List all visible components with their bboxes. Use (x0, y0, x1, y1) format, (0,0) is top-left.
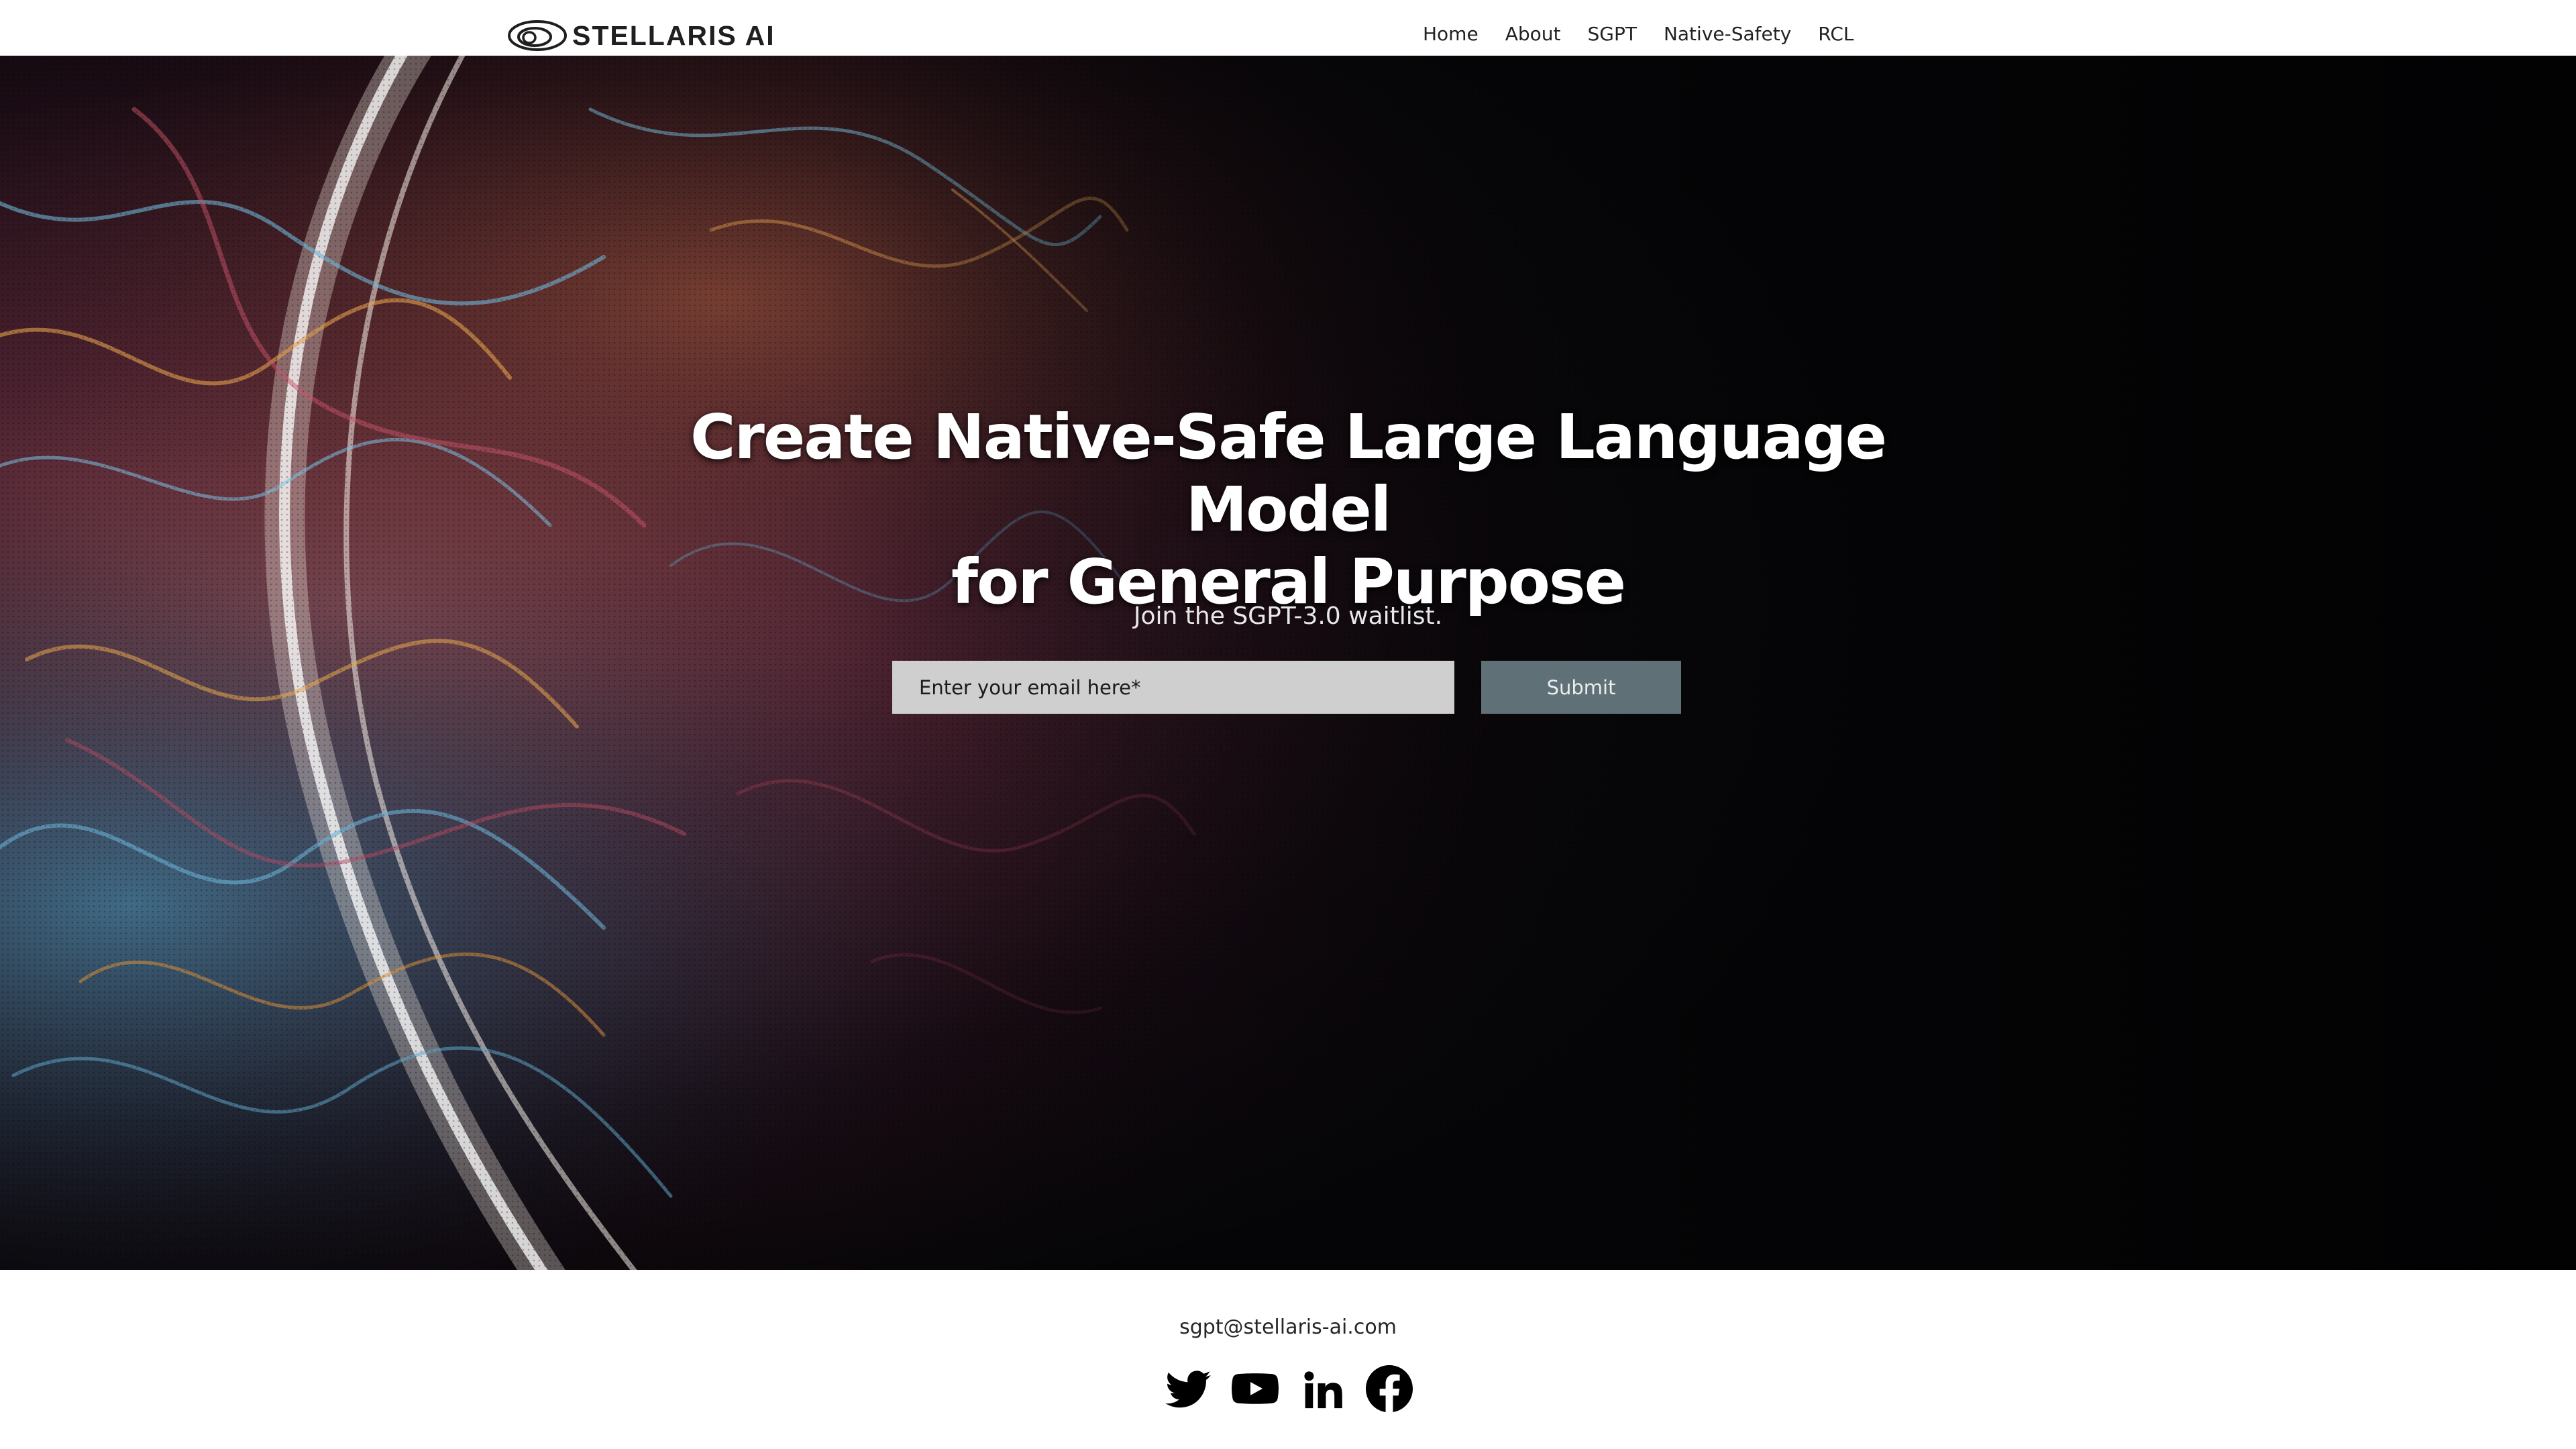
facebook-icon (1366, 1365, 1413, 1412)
hero-section: Create Native-Safe Large Language Model … (0, 56, 2576, 1270)
nav-sgpt[interactable]: SGPT (1587, 21, 1636, 47)
logo-text: STELLARIS AI (572, 19, 775, 51)
email-input[interactable] (892, 661, 1454, 714)
youtube-link[interactable] (1232, 1364, 1279, 1413)
hero-title-line-1: Create Native-Safe Large Language Model (690, 401, 1887, 545)
site-header: STELLARIS AI Home About SGPT Native-Safe… (0, 0, 2576, 56)
site-footer: sgpt@stellaris-ai.com (0, 1270, 2576, 1449)
youtube-icon (1232, 1373, 1279, 1404)
main-nav: Home About SGPT Native-Safety RCL (1423, 21, 1854, 47)
social-bar (1165, 1364, 1413, 1413)
submit-button[interactable]: Submit (1481, 661, 1681, 714)
nav-home[interactable]: Home (1423, 21, 1479, 47)
linkedin-icon (1304, 1371, 1342, 1409)
twitter-link[interactable] (1165, 1364, 1212, 1413)
nav-about[interactable]: About (1505, 21, 1561, 47)
facebook-link[interactable] (1366, 1364, 1413, 1413)
waitlist-subtitle: Join the SGPT-3.0 waitlist. (1133, 602, 1443, 630)
nav-native-safety[interactable]: Native-Safety (1664, 21, 1791, 47)
twitter-icon (1165, 1371, 1211, 1408)
contact-email-link[interactable]: sgpt@stellaris-ai.com (1087, 1316, 1489, 1339)
nav-rcl[interactable]: RCL (1818, 21, 1854, 47)
hero-title: Create Native-Safe Large Language Model … (604, 401, 1972, 619)
logo-link[interactable]: STELLARIS AI (506, 17, 775, 54)
stellaris-logo-icon (508, 20, 567, 51)
linkedin-link[interactable] (1299, 1364, 1346, 1413)
